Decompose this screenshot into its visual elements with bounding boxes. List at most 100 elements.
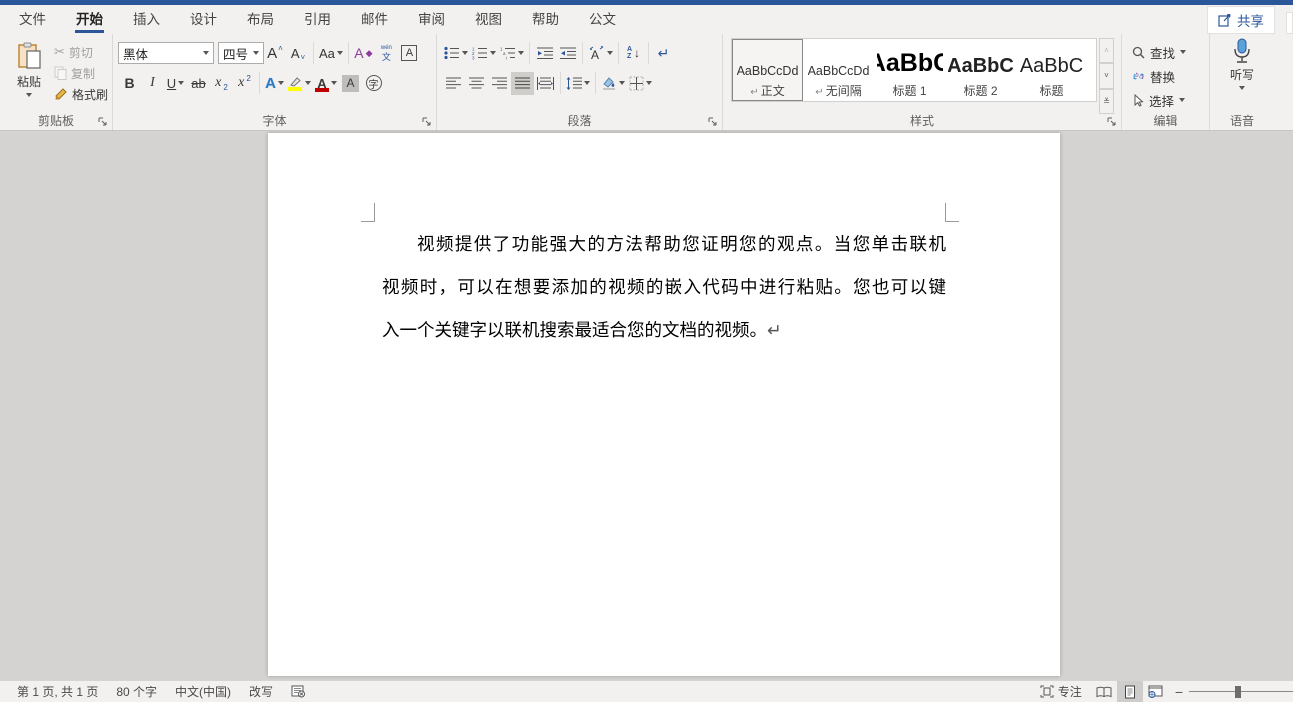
format-painter-button[interactable]: 格式刷 [54,85,108,103]
word-count-status[interactable]: 80 个字 [107,681,166,702]
style-heading1[interactable]: AaBbC 标题 1 [874,39,945,101]
margin-crop-mark-left [361,203,375,222]
zoom-out-button[interactable]: − [1169,684,1189,700]
focus-mode-button[interactable]: 专注 [1031,681,1091,702]
replace-button[interactable]: bc 替换 [1132,64,1207,88]
page-number-status[interactable]: 第 1 页, 共 1 页 [8,681,107,702]
ribbon-tab-bar: 文件 开始 插入 设计 布局 引用 邮件 审阅 视图 帮助 公文 共享 [0,5,1293,34]
tab-review[interactable]: 审阅 [403,5,460,34]
select-icon [1132,94,1144,107]
style-title[interactable]: AaBbC 标题 [1016,39,1087,101]
italic-button[interactable]: I [141,72,164,95]
replace-icon: bc [1132,70,1145,83]
proofing-status-button[interactable] [282,681,315,702]
highlight-color-button[interactable] [286,72,313,95]
text-line: 视频时，可以在想要添加的视频的嵌入代码中进行粘贴。您也可以键 [382,266,946,309]
svg-text:A: A [591,48,599,60]
align-right-button[interactable] [488,72,511,95]
clear-formatting-button[interactable]: A◆ [352,42,375,65]
zoom-slider-handle[interactable] [1235,686,1241,698]
bold-button[interactable]: B [118,72,141,95]
document-text[interactable]: 视频提供了功能强大的方法帮助您证明您的观点。当您单击联机 视频时，可以在想要添加… [382,223,946,352]
shading-button[interactable] [599,72,627,95]
styles-scroll-up-icon[interactable]: ˄ [1099,38,1114,63]
group-paragraph: 123 1ai A A [437,34,723,130]
styles-more-icon[interactable]: ≚ [1099,89,1114,114]
distribute-button[interactable] [534,72,557,95]
align-left-icon [446,77,461,90]
character-border-button[interactable]: A [398,42,421,65]
font-color-button[interactable]: A [313,72,339,95]
cut-icon: ✂ [54,44,65,60]
tab-home[interactable]: 开始 [61,5,118,34]
subscript-button[interactable]: x2 [210,72,233,95]
align-center-button[interactable] [465,72,488,95]
find-button[interactable]: 查找 [1132,40,1207,64]
read-mode-button[interactable] [1091,681,1117,702]
line-spacing-button[interactable] [564,72,592,95]
text-effects-button[interactable]: A [263,72,286,95]
decrease-indent-button[interactable] [533,42,556,65]
styles-gallery: AaBbCcDd ↵正文 AaBbCcDd ↵无间隔 AaBbC 标题 1 Aa… [731,38,1097,102]
tab-references[interactable]: 引用 [289,5,346,34]
underline-button[interactable]: U [164,72,187,95]
tab-official-doc[interactable]: 公文 [574,5,631,34]
sort-button[interactable]: A Z ↓ [622,42,645,65]
focus-icon [1040,685,1054,698]
grow-font-button[interactable]: A˄ [264,42,287,65]
tab-view[interactable]: 视图 [460,5,517,34]
document-page[interactable]: 视频提供了功能强大的方法帮助您证明您的观点。当您单击联机 视频时，可以在想要添加… [268,133,1060,676]
multilevel-list-button[interactable]: 1ai [498,42,526,65]
show-marks-button[interactable]: ↵ [652,42,675,65]
paste-button[interactable]: 粘贴 [8,40,50,114]
borders-button[interactable] [627,72,654,95]
increase-indent-button[interactable] [556,42,579,65]
font-dialog-launcher[interactable] [420,115,433,128]
style-heading2[interactable]: AaBbC 标题 2 [945,39,1016,101]
shrink-font-button[interactable]: A˅ [287,42,310,65]
enclose-characters-button[interactable]: 字 [362,72,385,95]
style-no-spacing[interactable]: AaBbCcDd ↵无间隔 [803,39,874,101]
style-normal[interactable]: AaBbCcDd ↵正文 [732,39,803,101]
print-layout-button[interactable] [1117,681,1143,702]
clipped-toolbar-button[interactable] [1286,12,1293,34]
styles-dialog-launcher[interactable] [1105,115,1118,128]
justify-button[interactable] [511,72,534,95]
increase-indent-icon [560,47,576,60]
superscript-button[interactable]: x2 [233,72,256,95]
cut-button[interactable]: ✂ 剪切 [54,43,108,61]
document-canvas: 视频提供了功能强大的方法帮助您证明您的观点。当您单击联机 视频时，可以在想要添加… [0,131,1293,680]
numbering-button[interactable]: 123 [470,42,498,65]
tab-file[interactable]: 文件 [4,5,61,34]
dictate-button[interactable]: 听写 [1230,38,1254,90]
clipboard-dialog-launcher[interactable] [96,115,109,128]
language-status[interactable]: 中文(中国) [166,681,240,702]
asian-layout-button[interactable]: A [586,42,615,65]
text-line: 视频提供了功能强大的方法帮助您证明您的观点。当您单击联机 [382,223,946,266]
copy-button[interactable]: 复制 [54,64,108,82]
bullets-button[interactable] [442,42,470,65]
strikethrough-button[interactable]: ab [187,72,210,95]
distribute-icon [537,77,554,90]
zoom-slider[interactable] [1189,681,1293,702]
share-button[interactable]: 共享 [1207,6,1275,34]
format-painter-icon [54,87,68,101]
select-button[interactable]: 选择 [1132,88,1207,112]
tab-layout[interactable]: 布局 [232,5,289,34]
change-case-button[interactable]: Aa [317,42,345,65]
phonetic-guide-button[interactable]: wén 文 [375,42,398,65]
font-color-bar [315,88,329,92]
paragraph-dialog-launcher[interactable] [706,115,719,128]
font-size-combo[interactable]: 四号 [218,42,264,64]
tab-help[interactable]: 帮助 [517,5,574,34]
align-left-button[interactable] [442,72,465,95]
proofing-icon [291,685,306,698]
tab-insert[interactable]: 插入 [118,5,175,34]
tab-mailings[interactable]: 邮件 [346,5,403,34]
styles-scroll-down-icon[interactable]: ˅ [1099,63,1114,88]
font-name-combo[interactable]: 黑体 [118,42,214,64]
tab-design[interactable]: 设计 [175,5,232,34]
overtype-status[interactable]: 改写 [240,681,282,702]
character-shading-button[interactable]: A [339,72,362,95]
web-layout-button[interactable] [1143,681,1169,702]
